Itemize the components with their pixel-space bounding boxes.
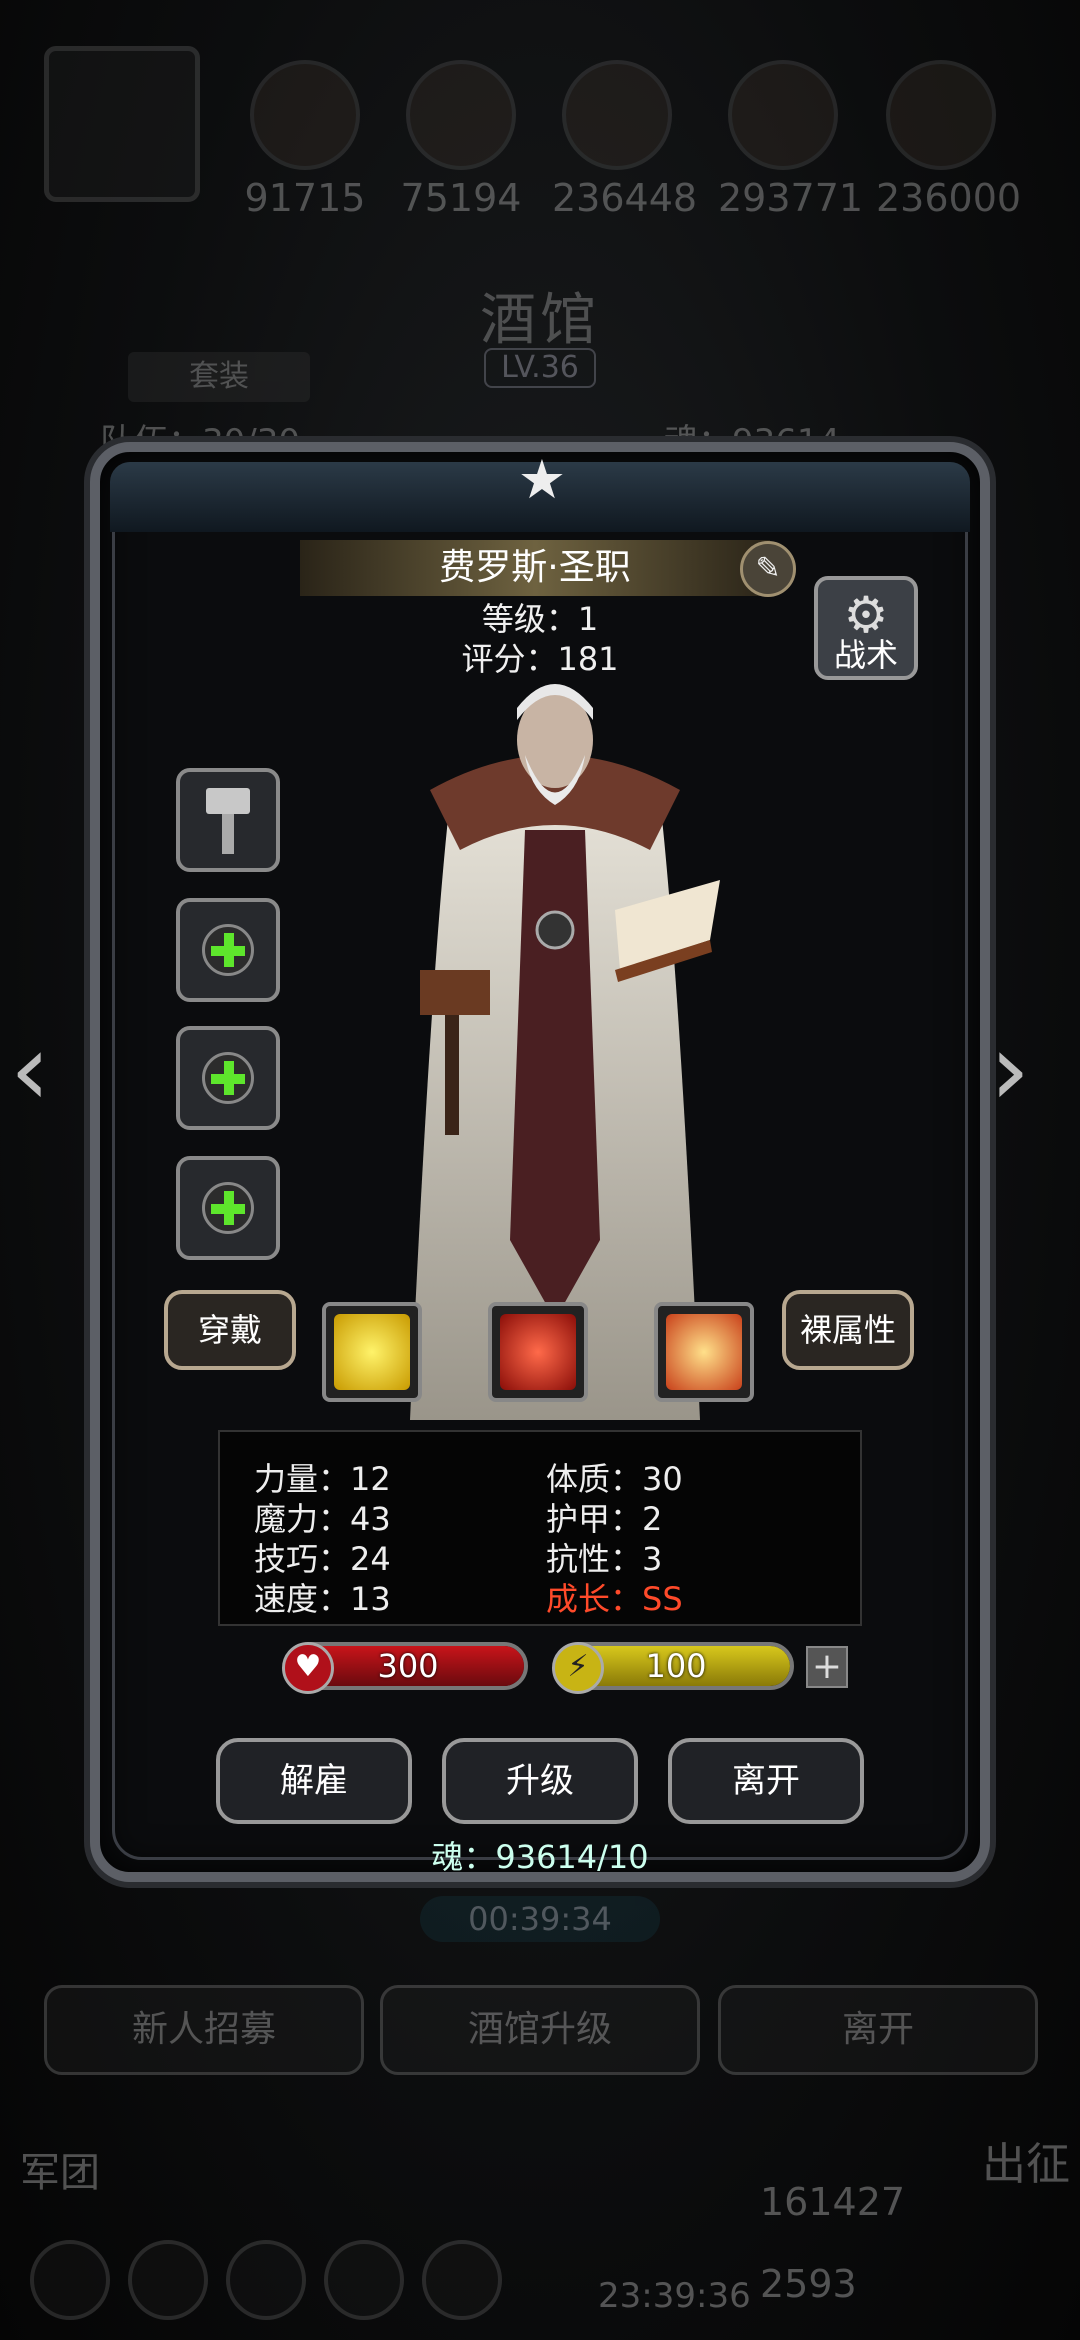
tavern-level: LV.36 xyxy=(484,348,596,388)
accessory-slot-1[interactable] xyxy=(176,1026,280,1130)
resource-2: 75194 xyxy=(396,60,526,220)
nav-icon[interactable] xyxy=(226,2240,306,2320)
resource-icon xyxy=(250,60,360,170)
equip-button[interactable]: 穿戴 xyxy=(164,1290,296,1370)
nav-icon[interactable] xyxy=(324,2240,404,2320)
leave-button[interactable]: 离开 xyxy=(668,1738,864,1824)
hero-name: 费罗斯·圣职 xyxy=(300,540,770,596)
tavern-title: 酒馆 xyxy=(480,288,600,353)
tactics-button[interactable]: ⚙ 战术 xyxy=(814,576,918,680)
legion-label[interactable]: 军团 xyxy=(20,2140,100,2198)
next-hero-arrow[interactable]: › xyxy=(990,1020,1060,1120)
tab-set[interactable]: 套装 xyxy=(128,352,310,402)
hero-score: 评分：181 xyxy=(461,640,619,678)
tavern-leave-button[interactable]: 离开 xyxy=(718,1985,1038,2075)
tavern-upgrade-button[interactable]: 酒馆升级 xyxy=(380,1985,700,2075)
player-avatar[interactable] xyxy=(44,46,200,202)
tactics-label: 战术 xyxy=(833,636,898,674)
resource-icon xyxy=(562,60,672,170)
add-energy-button[interactable]: + xyxy=(806,1646,848,1688)
expedition-label[interactable]: 出征 xyxy=(982,2128,1070,2192)
skill-slot-3[interactable] xyxy=(654,1302,754,1402)
dismiss-button[interactable]: 解雇 xyxy=(216,1738,412,1824)
nav-icon[interactable] xyxy=(422,2240,502,2320)
stat-speed: 速度：13 xyxy=(254,1580,391,1618)
resource-icon xyxy=(886,60,996,170)
armor-slot[interactable] xyxy=(176,898,280,1002)
plus-icon xyxy=(202,1182,254,1234)
soul-cost: 魂：93614/10 xyxy=(431,1838,649,1876)
fist-icon xyxy=(334,1314,410,1390)
prev-hero-arrow[interactable]: ‹ xyxy=(10,1020,80,1120)
upgrade-button[interactable]: 升级 xyxy=(442,1738,638,1824)
plus-icon xyxy=(202,924,254,976)
gem-count: 2593 xyxy=(760,2262,857,2306)
nav-icon[interactable] xyxy=(30,2240,110,2320)
bottom-nav xyxy=(30,2240,520,2324)
nav-icon[interactable] xyxy=(128,2240,208,2320)
bare-attributes-button[interactable]: 裸属性 xyxy=(782,1290,914,1370)
recruit-button[interactable]: 新人招募 xyxy=(44,1985,364,2075)
heart-icon: ♥ xyxy=(282,1642,334,1694)
clock-text: 23:39:36 xyxy=(598,2276,751,2316)
holy-wings-icon xyxy=(666,1314,742,1390)
resource-5: 236000 xyxy=(876,60,1021,220)
plus-icon xyxy=(202,1052,254,1104)
accessory-slot-2[interactable] xyxy=(176,1156,280,1260)
weapon-slot[interactable] xyxy=(176,768,280,872)
lightning-icon: ⚡ xyxy=(552,1642,604,1694)
resource-4: 293771 xyxy=(718,60,863,220)
resource-3: 236448 xyxy=(552,60,697,220)
resource-icon xyxy=(728,60,838,170)
skill-slot-2[interactable] xyxy=(488,1302,588,1402)
skill-slot-1[interactable] xyxy=(322,1302,422,1402)
resource-1: 91715 xyxy=(240,60,370,220)
game-screen: 91715 75194 236448 293771 236000 酒馆 LV.3… xyxy=(0,0,1080,2340)
stats-panel: 力量：12 魔力：43 技巧：24 速度：13 体质：30 护甲：2 抗性：3 … xyxy=(218,1430,862,1626)
resource-icon xyxy=(406,60,516,170)
refresh-timer: 00:39:34 xyxy=(420,1896,660,1942)
star-icon: ★ xyxy=(517,448,567,511)
cross-heal-icon xyxy=(500,1314,576,1390)
edit-name-icon[interactable]: ✎ xyxy=(740,541,796,597)
stat-growth: 成长：SS xyxy=(546,1580,683,1618)
gold-count: 161427 xyxy=(760,2180,906,2224)
hammer-icon xyxy=(206,788,250,854)
